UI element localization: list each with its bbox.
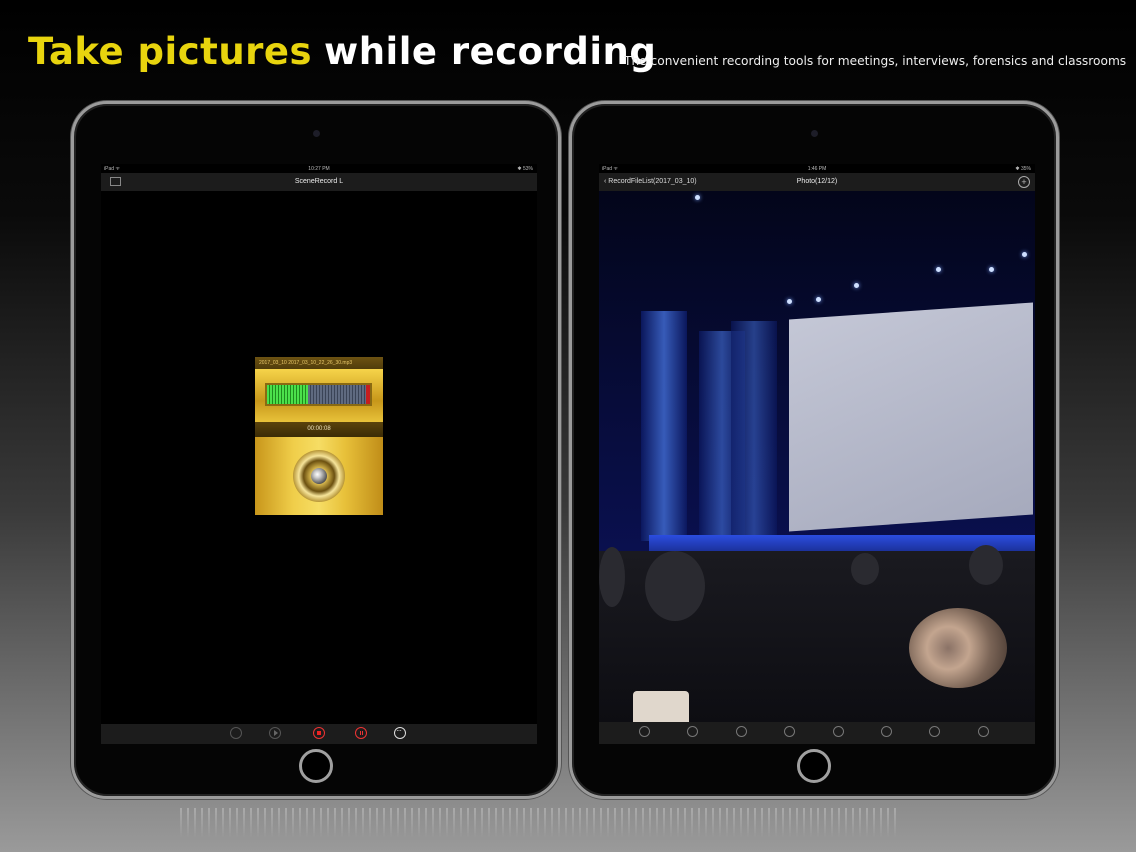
pause-icon[interactable] bbox=[355, 727, 367, 739]
recording-timer: 00:00:08 bbox=[255, 422, 383, 437]
audience-member bbox=[851, 553, 879, 585]
edit-icon[interactable] bbox=[833, 726, 844, 737]
gallery-icon[interactable] bbox=[110, 177, 121, 186]
level-meter-fill bbox=[267, 385, 309, 404]
right-screen: iPad ᯤ 1:46 PM ✱ 35% ‹ RecordFileList(20… bbox=[599, 164, 1035, 744]
smartphone bbox=[633, 691, 689, 722]
light-beam bbox=[731, 321, 777, 541]
nav-title: SceneRecord L bbox=[294, 178, 344, 185]
stack-icon[interactable] bbox=[736, 726, 747, 737]
share-icon[interactable] bbox=[881, 726, 892, 737]
headline-highlight: Take pictures bbox=[28, 30, 313, 73]
level-meter-panel bbox=[255, 369, 383, 422]
photo-toolbar bbox=[599, 722, 1035, 744]
nav-bar: SceneRecord L bbox=[101, 173, 537, 191]
front-camera bbox=[313, 130, 320, 137]
nav-bar: ‹ RecordFileList(2017_03_10) Photo(12/12… bbox=[599, 173, 1035, 191]
headline: Take pictures while recording bbox=[28, 30, 656, 73]
more-icon[interactable] bbox=[394, 726, 406, 739]
stage-light bbox=[936, 267, 941, 272]
tagline: The convenient recording tools for meeti… bbox=[624, 54, 1127, 68]
play-icon[interactable] bbox=[269, 727, 281, 739]
recording-file-label: 2017_03_10 2017_03_10_22_26_30.mp3 bbox=[255, 357, 383, 369]
trash-icon[interactable] bbox=[929, 726, 940, 737]
status-carrier: iPad ᯤ bbox=[104, 166, 120, 172]
left-screen: iPad ᯤ 10:27 PM ✱ 53% SceneRecord L 2017… bbox=[101, 164, 537, 744]
clock-icon[interactable] bbox=[784, 726, 795, 737]
status-time: 10:27 PM bbox=[308, 166, 330, 172]
recorder-toolbar bbox=[101, 724, 537, 744]
photo-icon[interactable] bbox=[639, 726, 650, 737]
nav-title: Photo(12/12) bbox=[796, 178, 838, 185]
speaker-icon bbox=[293, 450, 345, 502]
camera-lens bbox=[909, 608, 1007, 688]
event-photo bbox=[599, 191, 1035, 722]
ipad-left: iPad ᯤ 10:27 PM ✱ 53% SceneRecord L 2017… bbox=[71, 101, 561, 799]
waveform-reflection bbox=[180, 808, 900, 838]
level-meter bbox=[265, 383, 372, 406]
add-icon[interactable]: + bbox=[1018, 176, 1030, 188]
headline-rest: while recording bbox=[324, 30, 657, 73]
status-battery: ✱ 35% bbox=[1015, 166, 1031, 172]
status-battery: ✱ 53% bbox=[517, 166, 533, 172]
home-button[interactable] bbox=[797, 749, 831, 783]
stage-light bbox=[787, 299, 792, 304]
audience-member bbox=[645, 551, 705, 621]
level-meter-peak bbox=[366, 385, 370, 404]
stage-light bbox=[989, 267, 994, 272]
record-stop-icon[interactable] bbox=[313, 727, 325, 739]
speaker-panel bbox=[255, 437, 383, 515]
audience-member bbox=[599, 547, 625, 607]
stage-light bbox=[695, 195, 700, 200]
rewind-icon[interactable] bbox=[230, 727, 242, 739]
status-carrier: iPad ᯤ bbox=[602, 166, 618, 172]
level-meter-empty bbox=[308, 385, 366, 404]
audience-member bbox=[969, 545, 1003, 585]
recorder-widget: 2017_03_10 2017_03_10_22_26_30.mp3 00:00… bbox=[255, 357, 383, 515]
projection-screen bbox=[789, 302, 1033, 532]
front-camera bbox=[811, 130, 818, 137]
ipad-right: iPad ᯤ 1:46 PM ✱ 35% ‹ RecordFileList(20… bbox=[569, 101, 1059, 799]
stage-light bbox=[854, 283, 859, 288]
crop-icon[interactable] bbox=[687, 726, 698, 737]
camera-icon[interactable] bbox=[978, 726, 989, 737]
back-button[interactable]: ‹ RecordFileList(2017_03_10) bbox=[604, 178, 697, 185]
home-button[interactable] bbox=[299, 749, 333, 783]
status-time: 1:46 PM bbox=[807, 166, 827, 172]
stage-light bbox=[816, 297, 821, 302]
stage-light bbox=[1022, 252, 1027, 257]
light-beam bbox=[641, 311, 687, 541]
